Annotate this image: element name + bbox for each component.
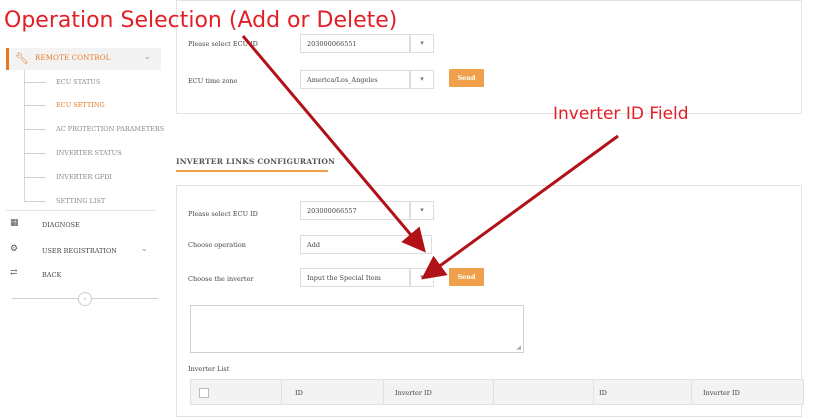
arrow-to-inverter-id (421, 134, 619, 280)
arrow-to-operation (241, 35, 426, 253)
inverter-id-annotation: Inverter ID Field (553, 104, 689, 124)
annotation-arrows (241, 35, 619, 280)
operation-selection-annotation: Operation Selection (Add or Delete) (4, 8, 398, 33)
